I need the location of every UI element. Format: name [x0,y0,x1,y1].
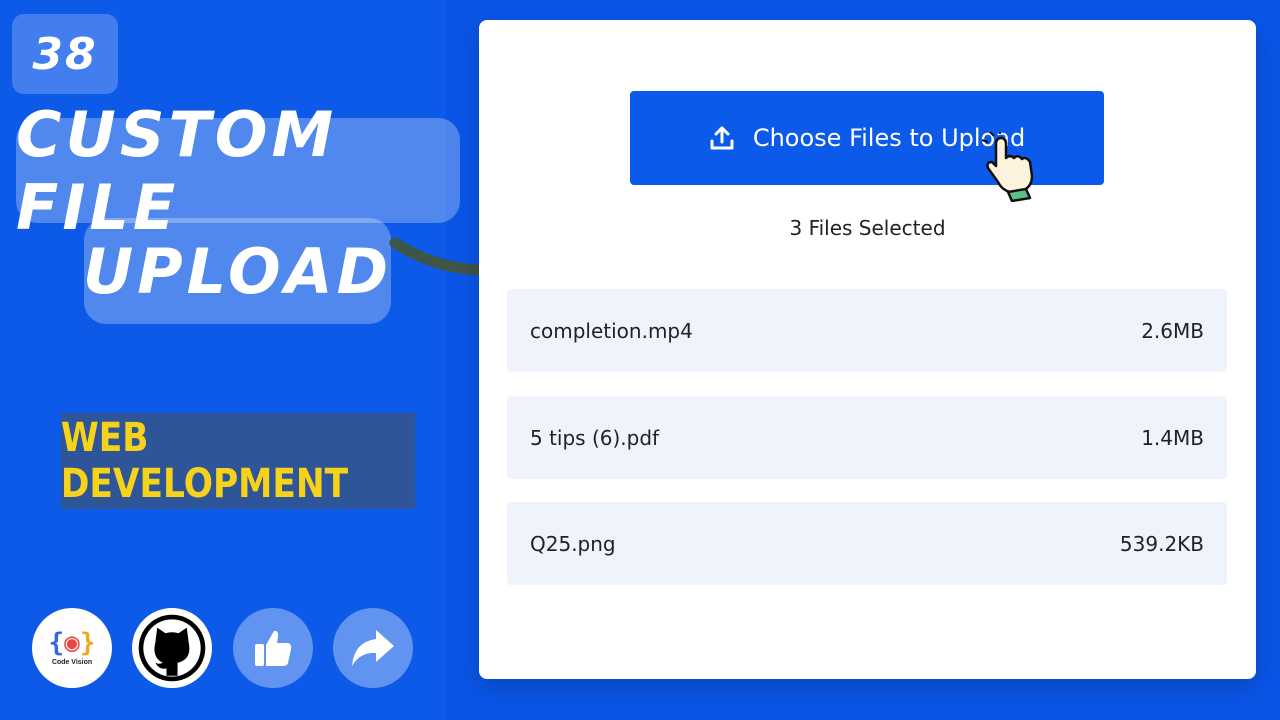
pointer-hand-icon [981,132,1034,202]
upload-icon [709,125,735,151]
thumbs-up-icon[interactable] [233,608,313,688]
file-list-item: completion.mp4 2.6MB [507,289,1227,372]
code-vision-mark: {◉} [48,628,96,658]
title-line-2: UPLOAD [83,218,391,324]
file-name: completion.mp4 [530,318,693,343]
file-size: 539.2KB [1119,531,1204,556]
file-size: 2.6MB [1141,318,1204,343]
title-line-1: CUSTOM FILE [16,98,460,244]
episode-number: 38 [12,14,118,94]
category-label: WEB DEVELOPMENT [60,413,416,509]
thumbs-up-graphic [255,630,292,666]
share-graphic [352,630,394,666]
file-name: Q25.png [530,531,616,556]
file-list-item: Q25.png 539.2KB [507,502,1227,585]
files-selected-count: 3 Files Selected [789,216,946,240]
code-vision-logo-icon[interactable]: {◉} Code Vision [32,608,112,688]
github-icon[interactable] [132,608,212,688]
code-vision-label: Code Vision [51,659,93,666]
share-icon[interactable] [333,608,413,688]
file-list-item: 5 tips (6).pdf 1.4MB [507,396,1227,479]
github-icon-graphic [138,614,206,682]
upload-card: Choose Files to Upload 3 Files Selected … [479,20,1256,679]
file-size: 1.4MB [1141,425,1204,450]
file-name: 5 tips (6).pdf [530,425,660,450]
